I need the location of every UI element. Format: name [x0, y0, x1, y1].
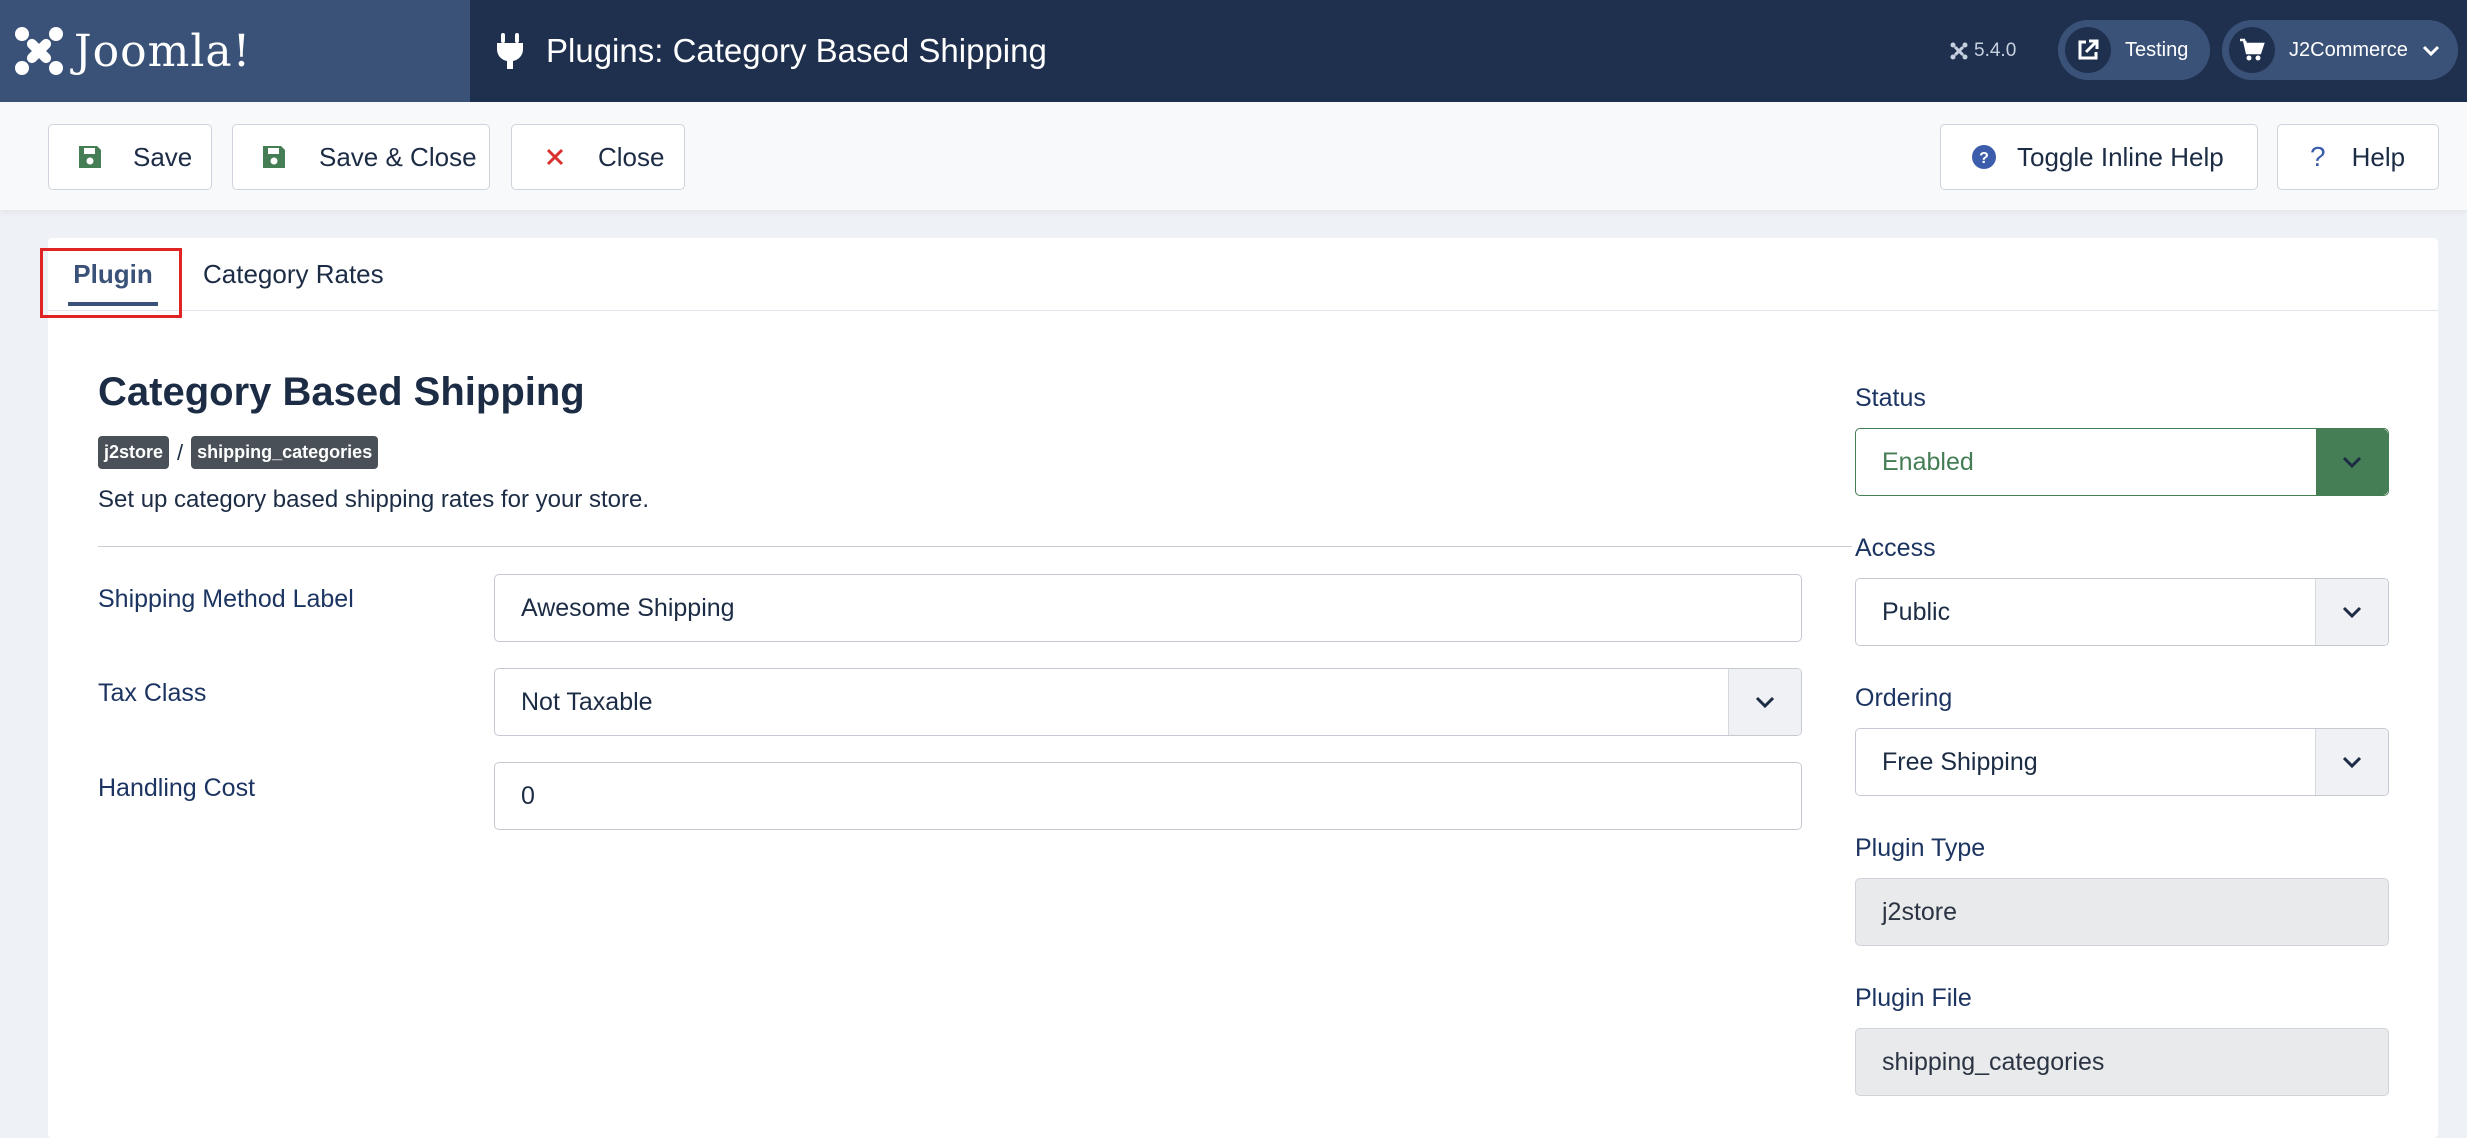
tax-class-dropdown-toggle[interactable]	[1728, 669, 1801, 735]
help-button[interactable]: ? Help	[2277, 124, 2439, 190]
shipping-method-label-input[interactable]: Awesome Shipping	[494, 574, 1802, 642]
save-label: Save	[133, 141, 193, 172]
plugin-group-badge: j2store	[98, 436, 170, 469]
plugin-file-label: Plugin File	[1855, 984, 1972, 1012]
save-close-label: Save & Close	[319, 141, 477, 172]
page-title-area: Plugins: Category Based Shipping	[494, 0, 1047, 102]
floppy-disk-icon	[79, 146, 101, 168]
access-value: Public	[1882, 597, 1951, 626]
version-indicator: 5.4.0	[1950, 34, 2016, 68]
toggle-inline-help-button[interactable]: ? Toggle Inline Help	[1940, 124, 2258, 190]
help-label: Help	[2351, 141, 2406, 172]
floppy-disk-icon	[263, 146, 285, 168]
status-value: Enabled	[1882, 447, 1974, 476]
status-select[interactable]: Enabled	[1855, 428, 2389, 496]
question-icon: ?	[2310, 141, 2326, 172]
tax-class-select[interactable]: Not Taxable	[494, 668, 1802, 736]
site-link-label: Testing	[2125, 38, 2189, 61]
close-icon	[546, 148, 564, 166]
toggle-inline-help-label: Toggle Inline Help	[2017, 141, 2224, 172]
handling-cost-value: 0	[521, 781, 535, 810]
chevron-down-icon	[2422, 45, 2439, 57]
plugin-type-label: Plugin Type	[1855, 834, 1986, 862]
handling-cost-input[interactable]: 0	[494, 762, 1802, 830]
plug-icon	[497, 33, 523, 69]
joomla-small-icon	[1950, 42, 1968, 60]
plugin-file-value: shipping_categories	[1882, 1047, 2105, 1076]
highlight-annotation-box	[40, 248, 182, 318]
tab-bar: Plugin Category Rates	[40, 238, 2438, 318]
user-menu-label: J2Commerce	[2289, 38, 2408, 61]
chevron-down-icon	[2342, 606, 2362, 619]
close-label: Close	[598, 141, 665, 172]
plugin-element-badge: shipping_categories	[191, 436, 379, 469]
handling-cost-label: Handling Cost	[98, 774, 256, 802]
ordering-value: Free Shipping	[1882, 747, 2038, 776]
divider	[98, 546, 1852, 547]
svg-text:?: ?	[1979, 150, 1989, 167]
plugin-type-value: j2store	[1882, 897, 1958, 926]
site-link-button[interactable]: Testing	[2058, 20, 2210, 80]
tab-category-rates[interactable]: Category Rates	[203, 238, 384, 310]
close-button[interactable]: Close	[511, 124, 685, 190]
tax-class-label: Tax Class	[98, 679, 207, 707]
chevron-down-icon	[1755, 696, 1775, 709]
ordering-dropdown-toggle[interactable]	[2315, 729, 2388, 795]
question-circle-icon: ?	[1972, 145, 1996, 169]
plugin-edit-card: Plugin Category Rates Category Based Shi…	[40, 238, 2438, 1138]
plugin-file-field: shipping_categories	[1855, 1028, 2389, 1096]
badge-separator: /	[177, 439, 184, 465]
access-select[interactable]: Public	[1855, 578, 2389, 646]
tab-category-rates-label: Category Rates	[203, 258, 384, 289]
access-label: Access	[1855, 534, 1936, 562]
ordering-select[interactable]: Free Shipping	[1855, 728, 2389, 796]
top-header: Joomla! Plugins: Category Based Shipping…	[0, 0, 2467, 102]
plugin-type-field: j2store	[1855, 878, 2389, 946]
cart-icon	[2229, 27, 2275, 73]
joomla-logo-icon	[15, 27, 63, 75]
status-label: Status	[1855, 384, 1926, 412]
shipping-method-label-label: Shipping Method Label	[98, 585, 354, 613]
plugin-description: Set up category based shipping rates for…	[98, 486, 649, 513]
version-text: 5.4.0	[1974, 40, 2017, 61]
chevron-down-icon	[2342, 756, 2362, 769]
save-button[interactable]: Save	[48, 124, 212, 190]
access-dropdown-toggle[interactable]	[2315, 579, 2388, 645]
plugin-badges: j2store / shipping_categories	[98, 436, 379, 469]
shipping-method-label-value: Awesome Shipping	[521, 593, 735, 622]
status-dropdown-toggle[interactable]	[2316, 429, 2388, 495]
joomla-logo[interactable]: Joomla!	[0, 0, 470, 102]
ordering-label: Ordering	[1855, 684, 1953, 712]
logo-text: Joomla!	[74, 25, 252, 77]
chevron-down-icon	[2342, 456, 2362, 469]
save-close-button[interactable]: Save & Close	[232, 124, 490, 190]
plugin-title: Category Based Shipping	[98, 370, 585, 414]
page-title: Plugins: Category Based Shipping	[546, 32, 1047, 69]
external-link-icon	[2065, 27, 2111, 73]
user-menu-button[interactable]: J2Commerce	[2222, 20, 2458, 80]
tax-class-value: Not Taxable	[521, 687, 653, 716]
action-toolbar: Save Save & Close Close ? Toggle Inline …	[0, 102, 2467, 210]
